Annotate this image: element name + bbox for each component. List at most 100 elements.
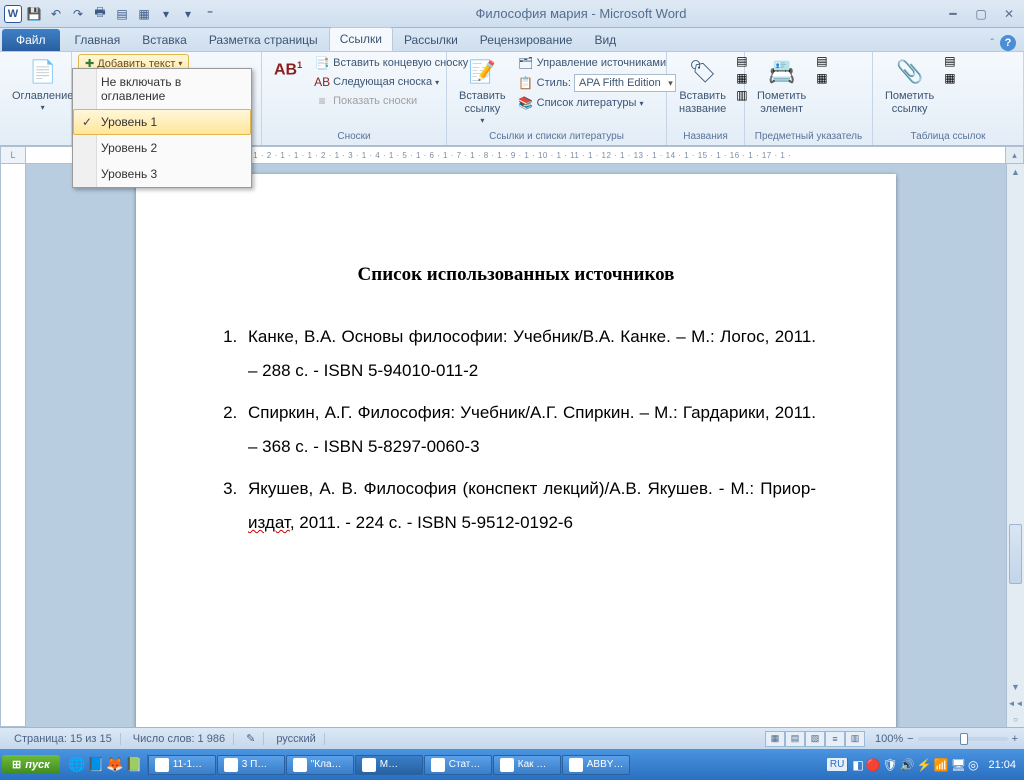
new-doc-icon[interactable]: ▤ [112,4,132,24]
minimize-button[interactable]: ━ [942,6,964,22]
tray-icon[interactable]: ◧ [852,758,863,772]
ql-firefox-icon[interactable]: 🦊 [106,754,124,776]
manage-sources-button[interactable]: 🗂Управление источниками [516,54,678,72]
zoom-out-button[interactable]: − [907,733,913,745]
bibliography-button[interactable]: 📚Список литературы ▾ [516,94,678,112]
vertical-ruler[interactable] [0,164,26,727]
index-opt2-icon[interactable]: ▦ [816,71,827,85]
view-web[interactable]: ▧ [805,731,825,747]
taskbar-task[interactable]: "Кла… [286,755,354,775]
window-title: Философия мария - Microsoft Word [220,6,942,21]
qat-more-icon[interactable]: ▾ [156,4,176,24]
taskbar-task[interactable]: Как … [493,755,561,775]
list-item: Спиркин, А.Г. Философия: Учебник/А.Г. Сп… [242,396,816,464]
zoom-in-button[interactable]: + [1012,733,1018,745]
qat-more2-icon[interactable]: ▾ [178,4,198,24]
dropdown-item-level2[interactable]: Уровень 2 [73,135,251,161]
ql-app2-icon[interactable]: 📗 [125,754,143,776]
tab-references[interactable]: Ссылки [329,27,393,51]
save-icon[interactable]: 💾 [24,4,44,24]
zoom-value[interactable]: 100% [875,733,903,745]
tray-icon[interactable]: 🖥 [951,758,966,772]
browse-object-icon[interactable]: ○ [1007,711,1024,727]
ql-app1-icon[interactable]: 📘 [87,754,105,776]
ql-ie-icon[interactable]: 🌐 [68,754,86,776]
tab-insert[interactable]: Вставка [131,28,198,51]
spelling-error: издат [248,513,290,532]
vertical-scrollbar[interactable]: ▲ ▼ ◄◄ ○ [1006,164,1024,727]
dropdown-item-level3[interactable]: Уровень 3 [73,161,251,187]
zoom-thumb[interactable] [960,733,968,745]
index-group-label: Предметный указатель [751,130,866,143]
toc-button[interactable]: 📄 Оглавление ▾ [6,54,79,115]
tab-mailings[interactable]: Рассылки [393,28,469,51]
scroll-up-icon[interactable]: ▲ [1007,164,1024,180]
zoom-slider[interactable] [918,737,1008,741]
view-outline[interactable]: ≡ [825,731,845,747]
taskbar-task[interactable]: М… [355,755,423,775]
maximize-button[interactable]: ▢ [970,6,992,22]
tray-icon[interactable]: 🔊 [900,758,915,772]
print-icon[interactable]: 🖶 [90,4,110,24]
view-full-screen[interactable]: ▤ [785,731,805,747]
tab-home[interactable]: Главная [64,28,132,51]
language-indicator[interactable]: RU [827,758,847,771]
table-icon[interactable]: ▦ [134,4,154,24]
footnotes-group-label: Сноски [268,130,440,143]
ruler-toggle-icon[interactable]: ▴ [1006,146,1024,164]
view-print-layout[interactable]: ▦ [765,731,785,747]
toa-icon: 📎 [894,56,926,88]
tray-icon[interactable]: ⚡ [917,758,932,772]
tray-icon[interactable]: 🔴 [866,758,881,772]
word-count[interactable]: Число слов: 1 986 [125,733,234,745]
prev-page-icon[interactable]: ◄◄ [1007,695,1024,711]
taskbar-task[interactable]: 11-1… [148,755,216,775]
tray-icon[interactable]: 📶 [934,758,949,772]
page: Список использованных источников Канке, … [136,174,896,727]
spellcheck-icon: ✎ [246,733,255,745]
scroll-thumb[interactable] [1009,524,1022,584]
redo-icon[interactable]: ↷ [68,4,88,24]
toa-opt2-icon[interactable]: ▦ [944,71,955,85]
taskbar-task[interactable]: 3 П… [217,755,285,775]
language-status[interactable]: русский [268,733,324,745]
help-icon[interactable]: ? [1000,35,1016,51]
tray-icon[interactable]: 🛡 [883,758,898,772]
file-tab[interactable]: Файл [2,29,60,51]
system-tray: ◧ 🔴 🛡 🔊 ⚡ 📶 🖥 ◎ [847,758,982,772]
clock[interactable]: 21:04 [982,759,1022,771]
index-opt1-icon[interactable]: ▤ [816,54,827,68]
document-area[interactable]: Список использованных источников Канке, … [26,164,1006,727]
captions-group-label: Названия [673,130,738,143]
tab-view[interactable]: Вид [583,28,627,51]
tab-layout[interactable]: Разметка страницы [198,28,329,51]
undo-icon[interactable]: ↶ [46,4,66,24]
insert-footnote-button[interactable]: AB1 [268,54,308,82]
page-status[interactable]: Страница: 15 из 15 [6,733,121,745]
dropdown-item-none[interactable]: Не включать в оглавление [73,69,251,109]
tab-selector[interactable]: L [0,146,26,164]
mark-citation-button[interactable]: 📎 Пометить ссылку [879,54,940,118]
dropdown-item-level1[interactable]: ✓Уровень 1 [73,109,251,135]
taskbar-task[interactable]: Стат… [424,755,492,775]
start-button[interactable]: ⊞ пуск [2,755,60,774]
mark-index-entry-button[interactable]: 📇 Пометить элемент [751,54,812,118]
task-icon [224,758,238,772]
status-bar: Страница: 15 из 15 Число слов: 1 986 ✎ р… [0,727,1024,749]
toa-opt1-icon[interactable]: ▤ [944,54,955,68]
bibliography-icon: 📚 [518,95,534,111]
close-button[interactable]: ✕ [998,6,1020,22]
insert-citation-button[interactable]: 📝 Вставить ссылку▾ [453,54,512,128]
qat-customize-icon[interactable]: ⁼ [200,4,220,24]
tab-review[interactable]: Рецензирование [469,28,584,51]
zoom-control: 100% − + [875,733,1018,745]
taskbar-task[interactable]: ABBY… [562,755,631,775]
view-draft[interactable]: ▥ [845,731,865,747]
tray-icon[interactable]: ◎ [968,758,978,772]
spellcheck-status[interactable]: ✎ [238,732,264,745]
scroll-down-icon[interactable]: ▼ [1007,679,1024,695]
ribbon: 📄 Оглавление ▾ ✚ Добавить текст ▾ Не вкл… [0,52,1024,146]
ribbon-minimize-icon[interactable]: ˆ [991,38,994,49]
insert-caption-button[interactable]: 🏷 Вставить название [673,54,732,118]
style-select[interactable]: APA Fifth Edition [574,74,676,92]
